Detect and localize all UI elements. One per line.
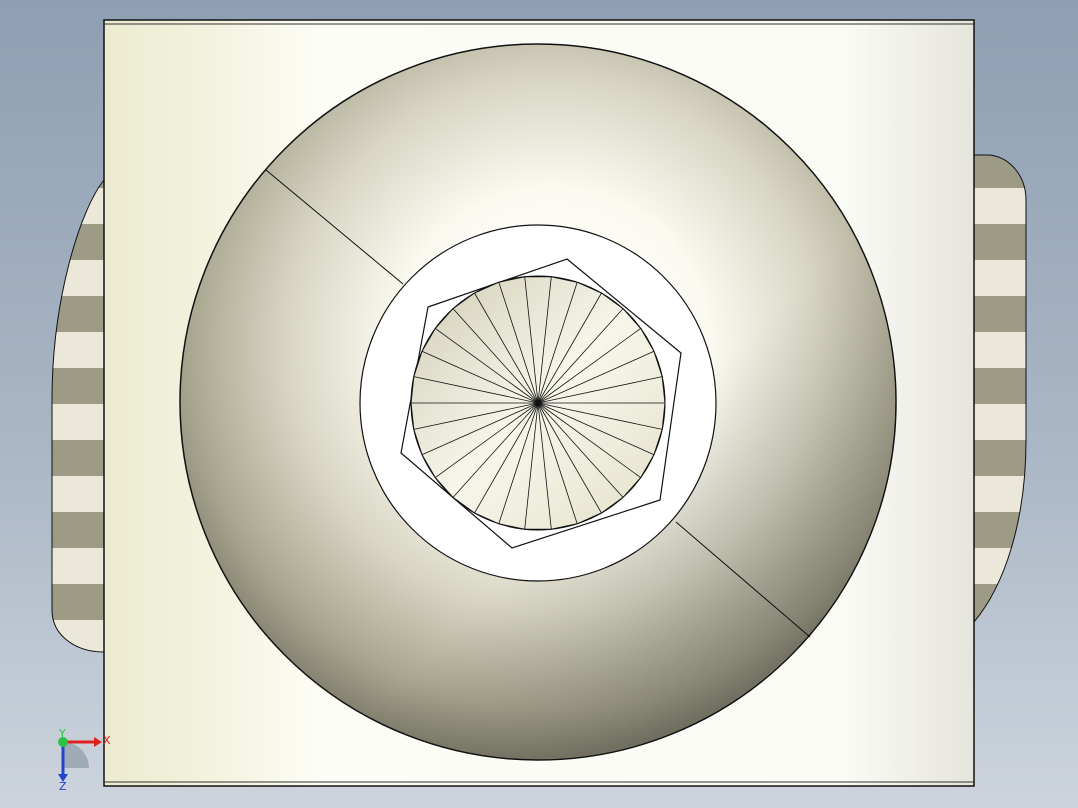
- left-flange: [51, 178, 105, 653]
- x-axis-label: X: [103, 734, 111, 747]
- orientation-triad: X Z Y: [58, 728, 111, 792]
- x-axis-head: [94, 737, 102, 747]
- right-flange: [973, 154, 1027, 624]
- model-viewport[interactable]: [0, 0, 1078, 808]
- triad-shadow: [63, 742, 89, 768]
- z-axis-label: Z: [59, 780, 67, 792]
- y-axis-label: Y: [58, 728, 66, 740]
